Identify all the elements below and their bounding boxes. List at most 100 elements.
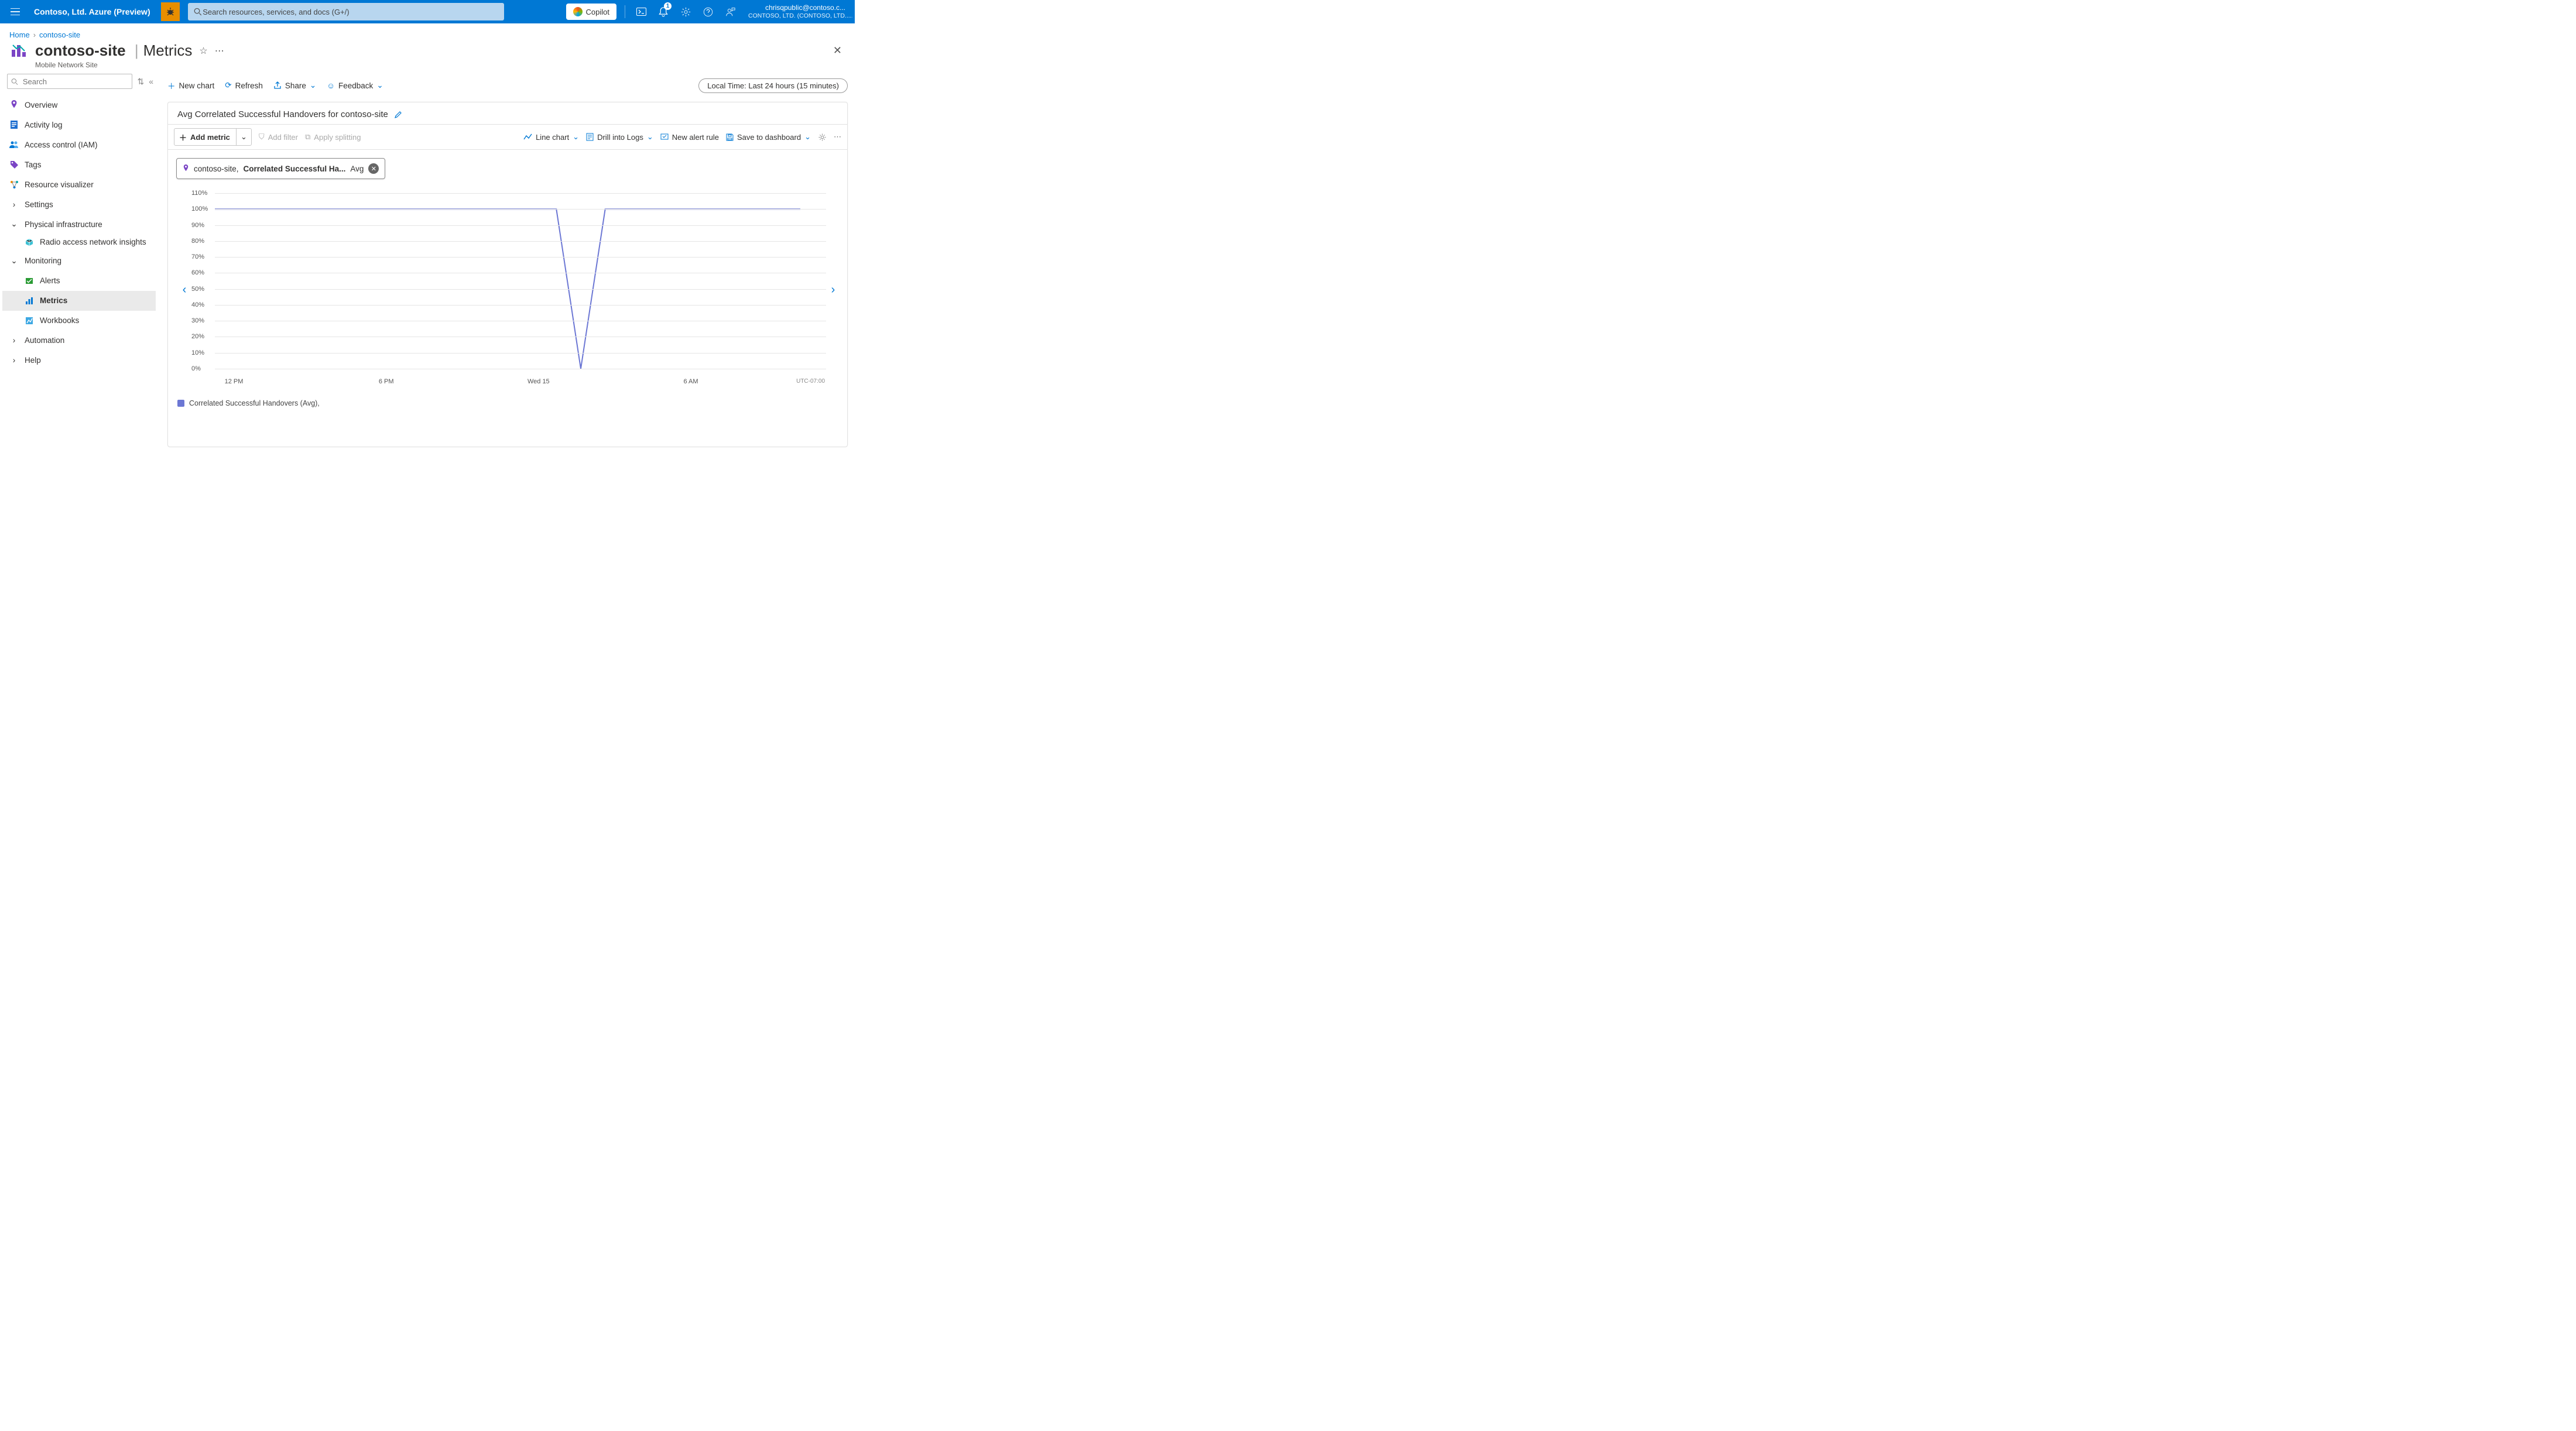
sidebar-item-activity-log[interactable]: Activity log [2,115,156,135]
collapse-sidebar-button[interactable]: « [149,77,153,86]
page-header: contoso-site |Metrics ☆ ⋯ ✕ Mobile Netwo… [0,42,855,74]
add-metric-button[interactable]: ＋Add metric ⌄ [174,128,252,146]
cmd-label: Refresh [235,81,263,90]
expand-collapse-all-button[interactable]: ⇅ [137,77,144,87]
remove-metric-button[interactable]: ✕ [368,163,379,174]
sidebar-item-workbooks[interactable]: Workbooks [2,311,156,331]
chart-legend: Correlated Successful Handovers (Avg), [168,386,847,416]
chart-prev-button[interactable]: ‹ [177,193,191,386]
metric-toolbar: ＋Add metric ⌄ ⛉ Add filter ⧉ Apply split… [168,124,847,150]
new-chart-button[interactable]: ＋ New chart [167,80,214,91]
sidebar-item-tags[interactable]: Tags [2,155,156,174]
add-metric-label: Add metric [190,133,230,142]
help-button[interactable] [697,0,719,23]
apply-splitting-button[interactable]: ⧉ Apply splitting [305,132,361,142]
sidebar-search-input[interactable] [22,77,129,87]
favorite-button[interactable]: ☆ [199,45,207,57]
metric-pill-name: Correlated Successful Ha... [244,164,346,173]
pencil-icon [394,111,402,119]
sidebar: ⇅ « Overview Activity log Access control… [0,74,158,501]
sidebar-group-settings[interactable]: › Settings [2,194,156,214]
plus-icon: ＋ [167,80,176,91]
copilot-icon [573,7,583,16]
add-metric-dropdown[interactable]: ⌄ [236,128,251,146]
global-search[interactable] [188,3,504,20]
chevron-right-icon: › [9,356,19,365]
workbooks-icon [25,316,34,325]
metric-title-text: Avg Correlated Successful Handovers for … [177,109,388,119]
chart-next-button[interactable]: › [826,193,840,386]
sidebar-item-resource-visualizer[interactable]: Resource visualizer [2,174,156,194]
new-alert-rule-button[interactable]: New alert rule [660,133,719,142]
chevron-right-icon: › [9,336,19,345]
sidebar-group-help[interactable]: › Help [2,351,156,370]
more-chart-actions-button[interactable]: ⋯ [834,132,841,142]
sidebar-item-overview[interactable]: Overview [2,95,156,115]
user-email: chrisqpublic@contoso.c... [748,4,845,12]
breadcrumb-resource[interactable]: contoso-site [39,30,80,39]
refresh-icon: ⟳ [225,81,231,90]
notifications-button[interactable]: 1 [652,0,674,23]
close-blade-button[interactable]: ✕ [833,44,842,57]
sidebar-item-label: Tags [25,160,42,169]
y-axis-tick: 30% [191,317,204,324]
settings-button[interactable] [674,0,697,23]
hamburger-menu-button[interactable] [2,0,28,23]
breadcrumb-home[interactable]: Home [9,30,30,39]
more-actions-button[interactable]: ⋯ [215,45,224,57]
tag-icon [9,160,19,169]
y-axis-tick: 60% [191,269,204,276]
chevron-down-icon: ⌄ [573,132,579,142]
save-dash-label: Save to dashboard [737,133,801,142]
copilot-button[interactable]: Copilot [566,4,616,20]
drill-into-logs-button[interactable]: Drill into Logs ⌄ [586,132,653,142]
metric-card: Avg Correlated Successful Handovers for … [167,102,848,447]
sidebar-item-label: Resource visualizer [25,180,94,189]
y-axis-tick: 70% [191,253,204,260]
sidebar-item-alerts[interactable]: Alerts [2,271,156,291]
people-icon [9,140,19,149]
y-axis-tick: 100% [191,205,208,212]
x-axis-tick: Wed 15 [527,378,550,385]
line-chart[interactable]: 0%10%20%30%40%50%60%70%80%90%100%110%12 … [191,193,826,386]
y-axis-tick: 20% [191,333,204,340]
pin-icon [9,100,19,109]
filter-icon: ⛉ [259,132,265,142]
new-alert-label: New alert rule [672,133,719,142]
legend-swatch [177,400,184,407]
time-range-picker[interactable]: Local Time: Last 24 hours (15 minutes) [698,78,848,93]
refresh-button[interactable]: ⟳ Refresh [225,81,263,90]
add-filter-button[interactable]: ⛉ Add filter [259,132,298,142]
sidebar-group-automation[interactable]: › Automation [2,331,156,351]
sidebar-group-label: Automation [25,336,64,345]
feedback-button[interactable]: ☺ Feedback ⌄ [327,81,383,90]
sidebar-item-label: Activity log [25,121,63,129]
user-account[interactable]: chrisqpublic@contoso.c... CONTOSO, LTD. … [741,2,852,21]
sidebar-item-metrics[interactable]: Metrics [2,291,156,311]
feedback-button[interactable] [719,0,741,23]
chart-type-button[interactable]: Line chart ⌄ [523,132,579,142]
global-search-input[interactable] [201,7,498,17]
sidebar-group-monitoring[interactable]: ⌄ Monitoring [2,251,156,271]
share-button[interactable]: Share ⌄ [273,81,316,90]
y-axis-tick: 0% [191,365,201,372]
cloud-shell-button[interactable] [630,0,652,23]
chevron-down-icon: ⌄ [9,256,19,266]
sidebar-item-ran-insights[interactable]: Radio access network insights [2,234,156,251]
page-title-resource: contoso-site [35,42,126,59]
chevron-down-icon: ⌄ [647,132,653,142]
save-to-dashboard-button[interactable]: Save to dashboard ⌄ [726,132,811,142]
chart-settings-button[interactable] [818,133,827,142]
debug-button[interactable] [161,2,180,21]
sidebar-group-label: Monitoring [25,256,61,265]
chevron-right-icon: › [9,200,19,209]
chart-svg [215,193,800,369]
sidebar-search[interactable] [7,74,132,89]
tenant-name[interactable]: Contoso, Ltd. Azure (Preview) [28,7,156,16]
sidebar-group-physical-infrastructure[interactable]: ⌄ Physical infrastructure [2,214,156,234]
x-axis-tick: 12 PM [225,378,244,385]
metric-selection-pill[interactable]: contoso-site, Correlated Successful Ha..… [176,158,385,179]
chevron-down-icon: ⌄ [804,132,811,142]
edit-title-button[interactable] [394,111,402,119]
sidebar-item-iam[interactable]: Access control (IAM) [2,135,156,155]
